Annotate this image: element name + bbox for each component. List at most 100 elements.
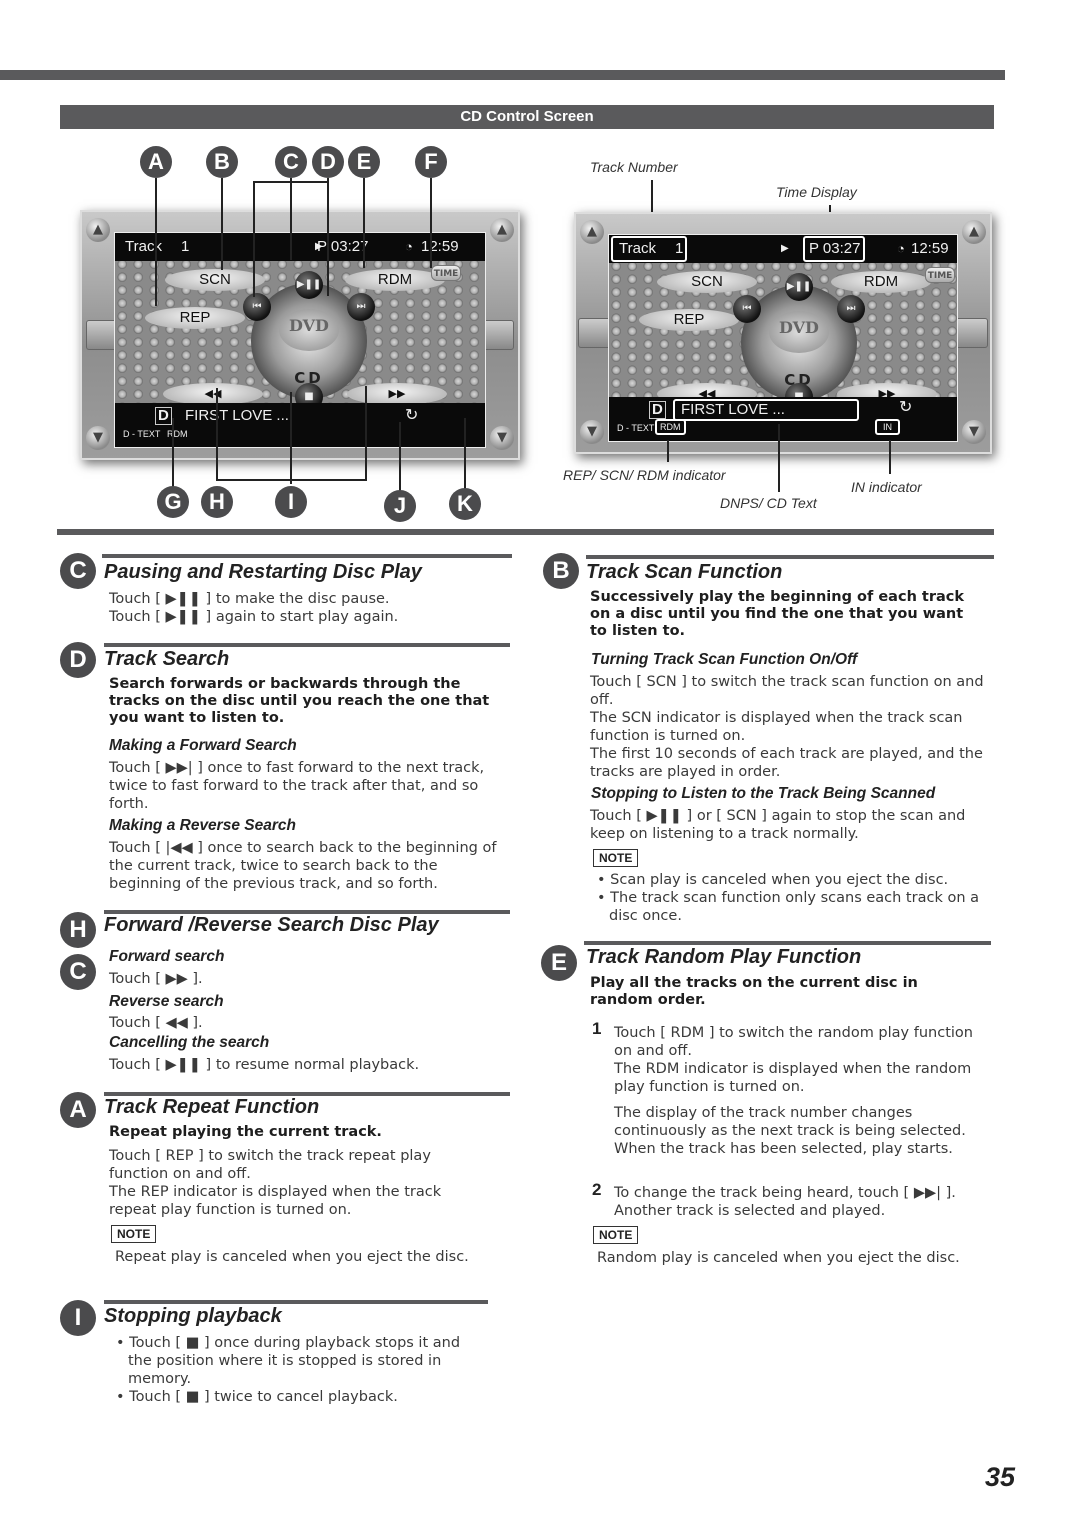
scn-button[interactable]: SCN — [165, 269, 265, 291]
d-text-icon: D — [155, 407, 172, 425]
pause-line-1: Touch [ ▶❚❚ ] to make the disc pause. — [109, 591, 390, 607]
annotation-time-display: Time Display — [776, 184, 857, 200]
rewind-button[interactable]: ◀◀ — [163, 383, 263, 405]
track-number-highlight — [611, 236, 687, 262]
repeat-note: Repeat play is canceled when you eject t… — [115, 1249, 469, 1265]
up-arrow-icon[interactable]: ▲ — [962, 220, 986, 244]
track-search-lead: Search forwards or backwards through the… — [109, 676, 490, 726]
callout-c: C — [275, 146, 307, 178]
info-line: D FIRST LOVE ... D - TEXT RDM ↻ — [115, 403, 485, 447]
time-button[interactable]: TIME — [431, 265, 461, 281]
d-text-label: D - TEXT — [123, 429, 161, 439]
cancel-search-subheading: Cancelling the search — [109, 1034, 270, 1051]
dvd-logo: DVD — [279, 309, 339, 351]
scan-note-text: Scan play is canceled when you eject the… — [610, 872, 949, 888]
section-title-random: Track Random Play Function — [586, 946, 862, 968]
mode-indicator: RDM — [167, 429, 188, 439]
random-step-1: Touch [ RDM ] to switch the random play … — [614, 1025, 973, 1095]
badge-e: E — [541, 945, 577, 981]
play-time: P 03:27 — [317, 238, 369, 255]
section-title-track-search: Track Search — [104, 648, 230, 670]
repeat-lead: Repeat playing the current track. — [109, 1124, 382, 1140]
note-label: NOTE — [593, 849, 639, 867]
repeat-icon[interactable]: ↻ — [899, 397, 912, 417]
leader-line — [365, 386, 367, 481]
cd-control-screen-annotated: ▲ ▲ ▼ ▼ Track 1 ▶ P 03:27 ◔ 12:59 SCN RD… — [574, 212, 992, 454]
step-number-1: 1 — [592, 1019, 602, 1038]
callout-f: F — [415, 146, 447, 178]
clock-icon: ◔ — [405, 239, 413, 254]
leader-line — [221, 178, 223, 270]
callout-d: D — [312, 146, 344, 178]
leader-line — [363, 178, 365, 268]
rdm-button[interactable]: RDM — [831, 271, 931, 293]
fast-forward-button[interactable]: ▶▶ — [347, 383, 447, 405]
down-arrow-icon[interactable]: ▼ — [86, 426, 110, 450]
scn-button[interactable]: SCN — [657, 271, 757, 293]
stop-bullet-text: Touch [ ■ ] once during playback stops i… — [128, 1335, 461, 1387]
info-line: D FIRST LOVE ... D - TEXT RDM IN ↻ — [609, 397, 957, 441]
leader-line — [155, 178, 157, 306]
screen-area: Track 1 ▶ P 03:27 ◔ 12:59 SCN RDM TIME R… — [608, 234, 958, 442]
note-label: NOTE — [593, 1226, 639, 1244]
section-title-fr-search: Forward /Reverse Search Disc Play — [104, 914, 439, 936]
random-step-1-extra: The display of the track number changes … — [614, 1105, 966, 1157]
leader-line — [778, 424, 780, 492]
play-pause-button[interactable]: ▶❚❚ — [295, 271, 323, 299]
section-title-stop: Stopping playback — [104, 1305, 282, 1327]
stop-bullet-1: • Touch [ ■ ] once during playback stops… — [116, 1335, 461, 1387]
callout-i: I — [275, 486, 307, 518]
callout-a: A — [140, 146, 172, 178]
random-step-2: To change the track being heard, touch [… — [614, 1185, 956, 1219]
forward-search-subheading: Forward search — [109, 948, 225, 965]
rep-button[interactable]: REP — [639, 309, 739, 331]
rdm-button[interactable]: RDM — [345, 269, 445, 291]
repeat-icon[interactable]: ↻ — [405, 405, 418, 425]
repeat-text: Touch [ REP ] to switch the track repeat… — [109, 1148, 442, 1218]
callout-h: H — [201, 486, 233, 518]
time-button[interactable]: TIME — [925, 267, 955, 283]
up-arrow-icon[interactable]: ▲ — [490, 218, 514, 242]
d-text-label: D - TEXT — [617, 423, 655, 433]
leader-line — [327, 178, 329, 296]
next-track-button[interactable]: ⏭ — [347, 293, 375, 321]
leader-line — [172, 418, 174, 488]
up-arrow-icon[interactable]: ▲ — [86, 218, 110, 242]
leader-line — [290, 392, 292, 484]
in-indicator: IN — [875, 419, 900, 435]
section-rule — [102, 554, 512, 558]
prev-track-button[interactable]: ⏮ — [243, 293, 271, 321]
section-banner: CD Control Screen — [60, 105, 994, 129]
forward-search-instruction: Touch [ ▶▶ ]. — [109, 971, 203, 987]
leader-line — [399, 422, 401, 492]
pause-line-2: Touch [ ▶❚❚ ] again to start play again. — [109, 609, 399, 625]
section-title-repeat: Track Repeat Function — [104, 1096, 320, 1118]
step-number-2: 2 — [592, 1180, 602, 1199]
scan-note-text: The track scan function only scans each … — [609, 890, 980, 924]
reverse-search-text: Touch [ |◀◀ ] once to search back to the… — [109, 840, 497, 892]
badge-a: A — [60, 1092, 96, 1128]
play-pause-button[interactable]: ▶❚❚ — [785, 273, 813, 301]
callout-k: K — [449, 488, 481, 520]
badge-d: D — [60, 642, 96, 678]
down-arrow-icon[interactable]: ▼ — [580, 420, 604, 444]
down-arrow-icon[interactable]: ▼ — [962, 420, 986, 444]
note-label: NOTE — [111, 1225, 157, 1243]
clock-icon: ◔ — [897, 241, 905, 256]
leader-line — [290, 178, 292, 260]
scan-note-2: • The track scan function only scans eac… — [597, 890, 980, 924]
down-arrow-icon[interactable]: ▼ — [490, 426, 514, 450]
section-title-scan: Track Scan Function — [586, 561, 783, 583]
next-track-button[interactable]: ⏭ — [837, 295, 865, 323]
annotation-mode-indicator: REP/ SCN/ RDM indicator — [563, 467, 726, 483]
leader-line — [430, 178, 432, 268]
up-arrow-icon[interactable]: ▲ — [580, 220, 604, 244]
section-title-pause: Pausing and Restarting Disc Play — [104, 561, 422, 583]
stop-bullet-2: • Touch [ ■ ] twice to cancel playback. — [116, 1389, 398, 1405]
prev-track-button[interactable]: ⏮ — [733, 295, 761, 323]
clock-time: 12:59 — [911, 240, 949, 257]
callout-j: J — [384, 490, 416, 522]
rep-button[interactable]: REP — [145, 307, 245, 329]
scan-lead: Successively play the beginning of each … — [590, 589, 965, 639]
annotation-in-indicator: IN indicator — [851, 479, 922, 495]
